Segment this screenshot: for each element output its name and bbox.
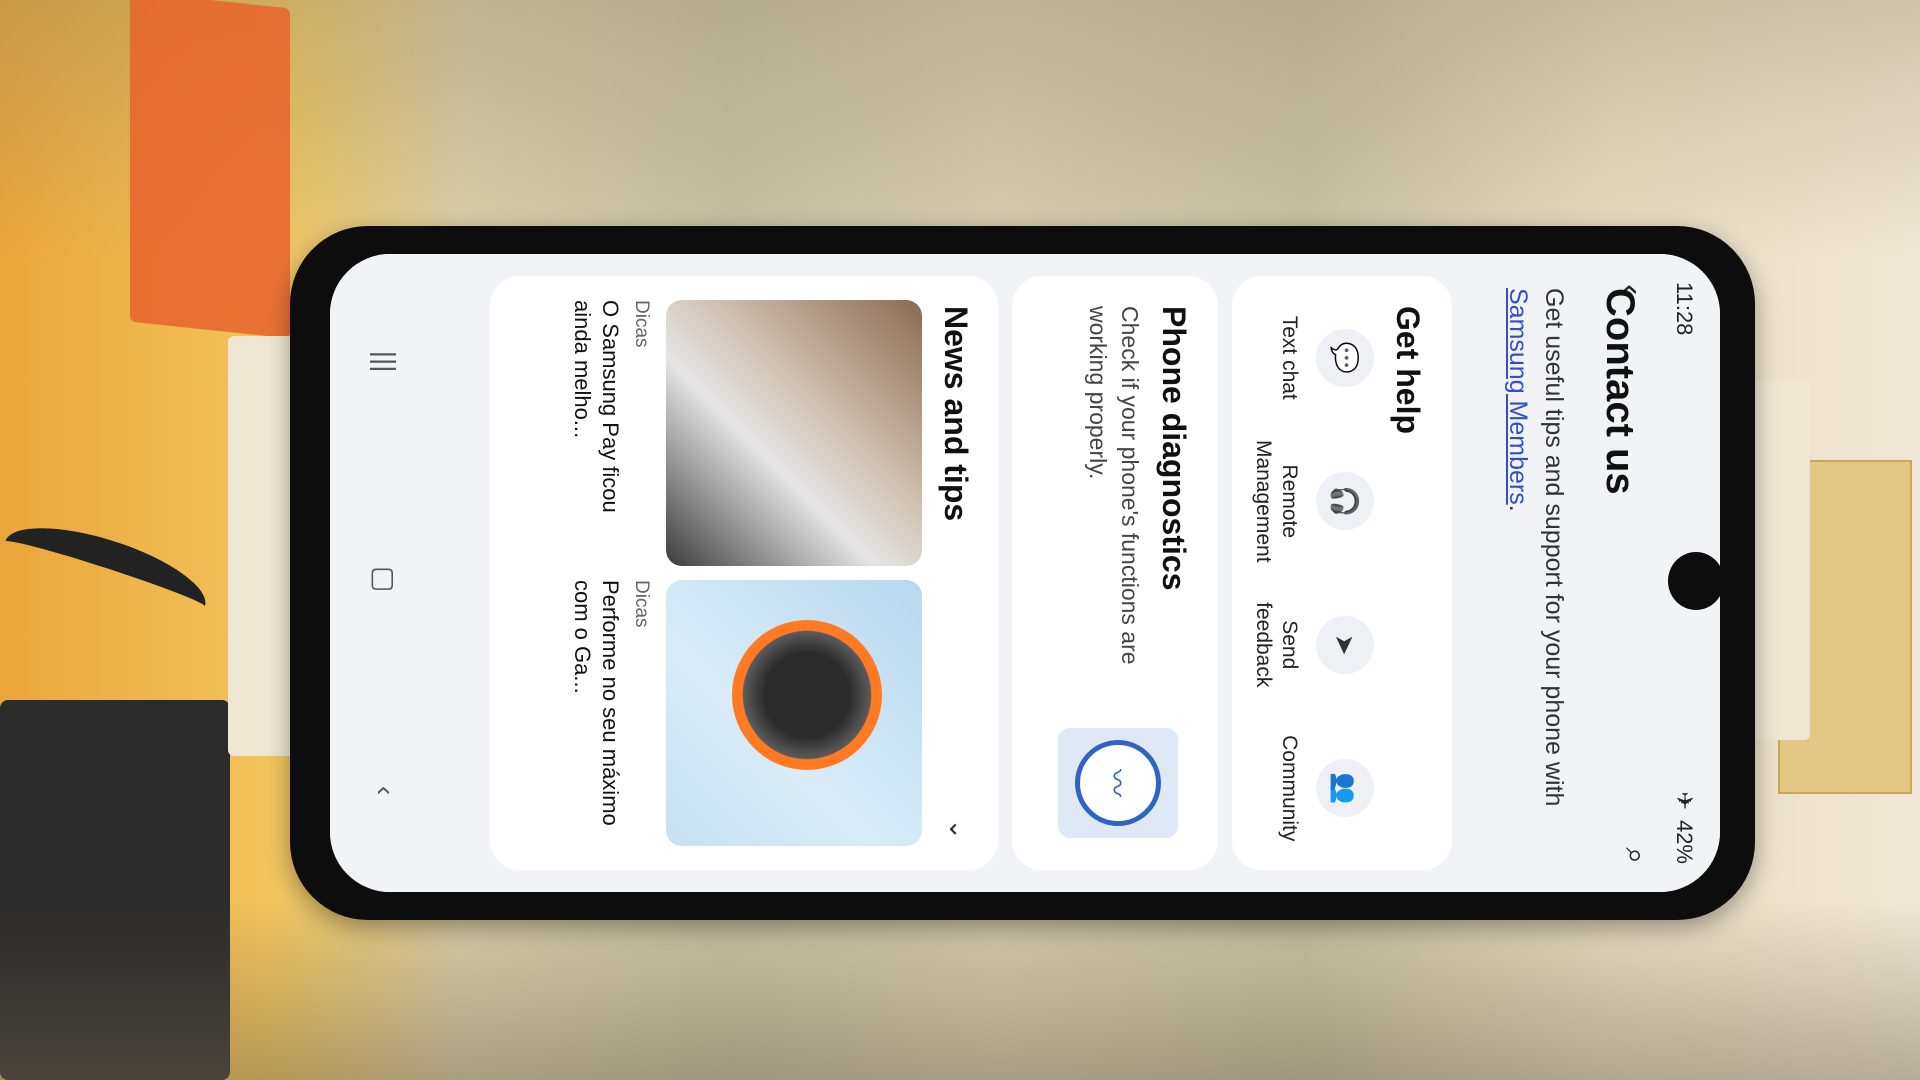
help-item-label: Remote Management — [1252, 439, 1301, 563]
navigation-bar: ||| ▢ ‹ — [350, 254, 420, 892]
news-image-collage — [666, 300, 922, 566]
get-help-grid: 💬 Text chat 🎧 Remote Management ➤ Send f… — [1250, 286, 1374, 860]
app-ui: 11:28 ✈ 42% ‹ ⌕ Contact us Get useful ti… — [330, 254, 1720, 892]
get-help-title: Get help — [1390, 306, 1426, 435]
status-time: 11:28 — [1672, 282, 1697, 336]
camera-notch — [1668, 552, 1724, 610]
diagnostics-illustration: 〰 — [1058, 728, 1178, 838]
news-tag: Dicas — [631, 300, 652, 348]
chevron-down-icon[interactable]: ⌄ — [943, 818, 974, 840]
search-icon[interactable]: ⌕ — [1618, 847, 1652, 864]
news-headline: O Samsung Pay ficou ainda melho... — [570, 300, 623, 513]
back-nav-icon[interactable]: ‹ — [369, 786, 401, 795]
samsung-members-link[interactable]: Samsung Members — [1504, 288, 1532, 505]
send-icon: ➤ — [1316, 615, 1374, 674]
battery-level: 42% — [1672, 819, 1697, 864]
news-item[interactable]: Dicas O Samsung Pay ficou ainda melho... — [568, 300, 922, 566]
help-item-label: Send feedback — [1252, 602, 1301, 688]
get-help-card: Get help 💬 Text chat 🎧 Remote Management… — [1232, 276, 1452, 870]
subtitle-suffix: . — [1504, 504, 1532, 512]
phone-diagnostics-card[interactable]: Phone diagnostics Check if your phone's … — [1012, 276, 1218, 870]
help-item-text-chat[interactable]: 💬 Text chat — [1250, 293, 1374, 423]
help-item-community[interactable]: 👥 Community — [1250, 723, 1374, 853]
background-orange-object — [130, 0, 290, 339]
help-item-label: Text chat — [1278, 315, 1301, 400]
chat-icon: 💬 — [1316, 328, 1374, 387]
smartwatch-image — [732, 620, 882, 770]
airplane-icon: ✈ — [1672, 791, 1697, 810]
news-and-tips-card: News and tips ⌄ Dicas O Samsung Pay fico… — [490, 276, 998, 870]
recents-icon[interactable]: ||| — [369, 351, 401, 373]
news-tag: Dicas — [631, 580, 652, 628]
background-cable — [0, 509, 216, 639]
news-title: News and tips — [938, 306, 974, 522]
subtitle-text: Get useful tips and support for your pho… — [1540, 288, 1568, 807]
help-item-send-feedback[interactable]: ➤ Send feedback — [1250, 580, 1374, 710]
background-bottom — [0, 900, 1920, 1080]
status-icons: ✈ 42% — [1671, 792, 1697, 864]
heartbeat-icon: 〰 — [1075, 740, 1161, 826]
community-icon: 👥 — [1316, 759, 1374, 818]
diagnostics-title: Phone diagnostics — [1156, 306, 1192, 591]
page-subtitle: Get useful tips and support for your pho… — [1500, 288, 1572, 848]
headset-icon: 🎧 — [1316, 472, 1374, 531]
phone-screen: 11:28 ✈ 42% ‹ ⌕ Contact us Get useful ti… — [330, 254, 1720, 892]
help-item-label: Community — [1278, 735, 1301, 842]
help-item-remote-management[interactable]: 🎧 Remote Management — [1250, 436, 1374, 566]
home-icon[interactable]: ▢ — [369, 566, 402, 592]
news-item[interactable]: Dicas Performe no seu máximo com o Ga... — [568, 580, 922, 846]
phone-mount-left — [228, 336, 298, 756]
diagnostics-description: Check if your phone's functions are work… — [1085, 306, 1143, 665]
page-title: Contact us — [1598, 288, 1642, 495]
news-headline: Performe no seu máximo com o Ga... — [570, 580, 623, 826]
news-image-watch — [666, 580, 922, 846]
